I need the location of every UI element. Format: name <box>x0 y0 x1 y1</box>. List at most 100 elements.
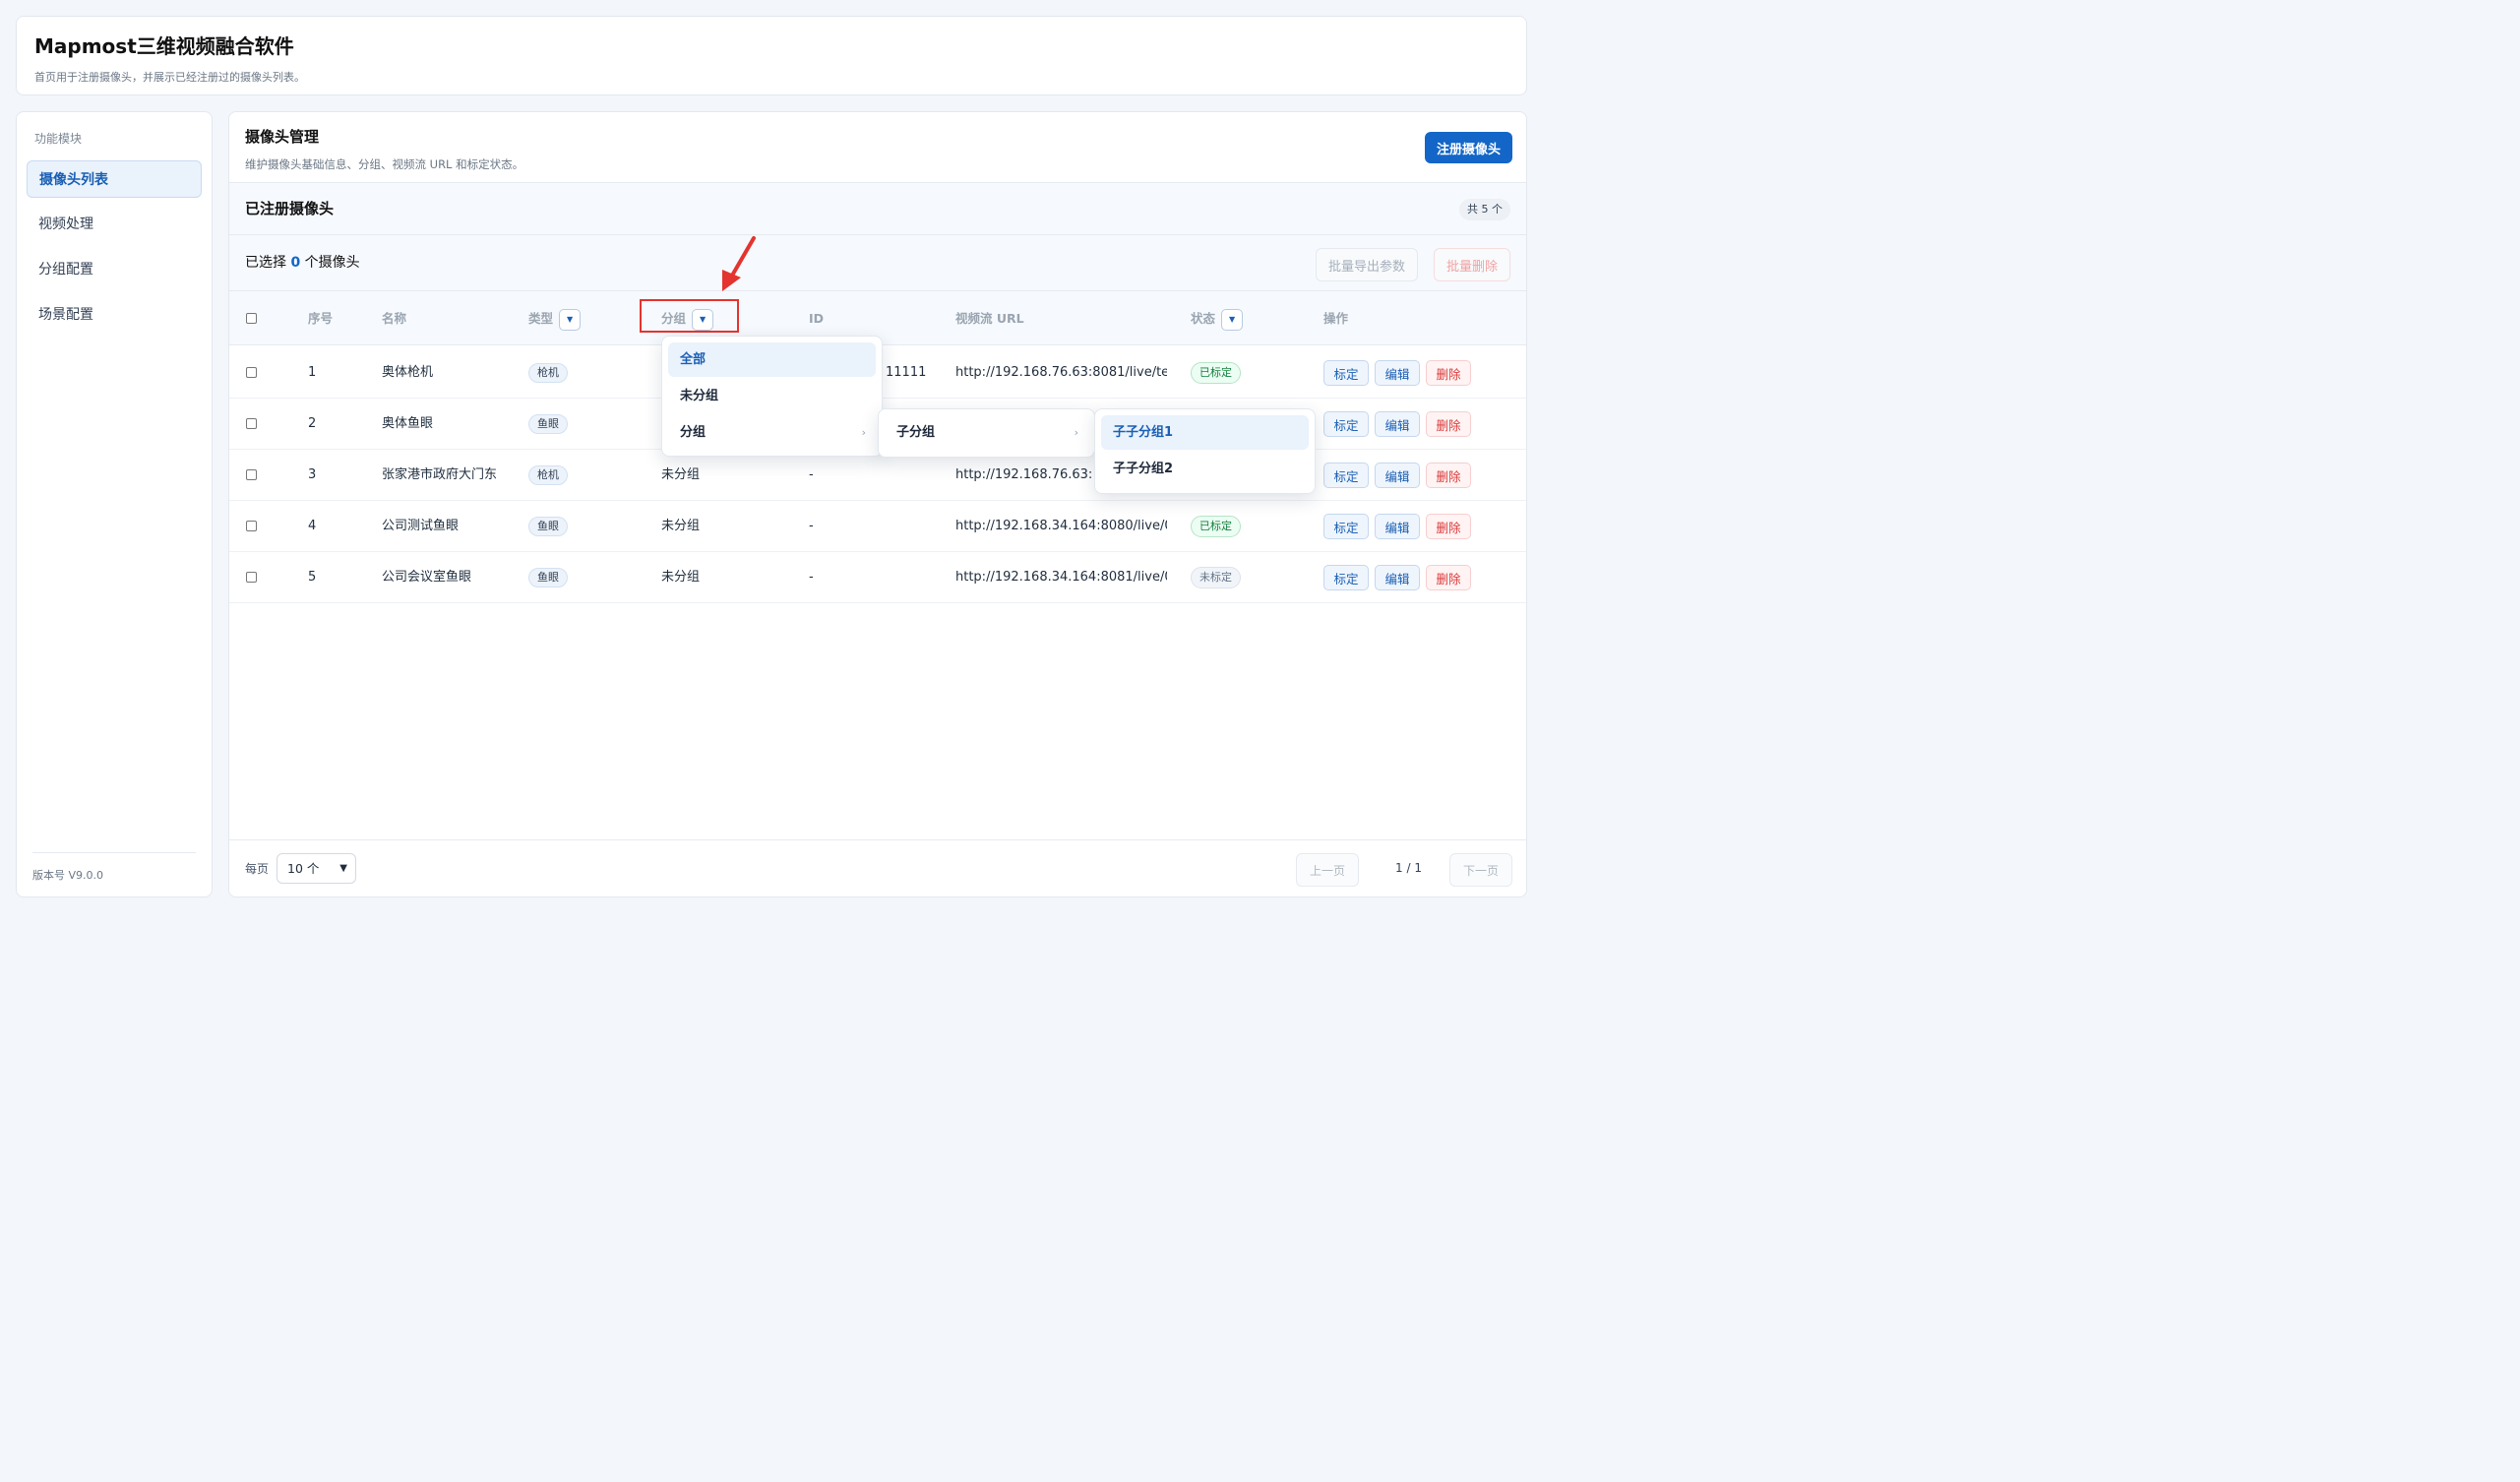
prev-page-button[interactable]: 上一页 <box>1296 853 1359 887</box>
chevron-right-icon: › <box>1074 426 1078 439</box>
row-group: 未分组 <box>661 570 701 585</box>
sub-subgroup-option-2[interactable]: 子子分组2 <box>1101 452 1309 486</box>
calibrate-button[interactable]: 标定 <box>1323 514 1369 539</box>
table-row: 3 张家港市政府大门东 枪机 未分组 - http://192.168.76.6… <box>229 450 1526 501</box>
row-name: 公司测试鱼眼 <box>382 519 460 533</box>
group-option-group[interactable]: 分组 › <box>668 415 876 450</box>
chevron-down-icon: ▼ <box>339 863 347 874</box>
row-checkbox[interactable] <box>246 469 257 480</box>
sidebar-item-group-config[interactable]: 分组配置 <box>27 251 202 288</box>
edit-button[interactable]: 编辑 <box>1375 565 1420 590</box>
subgroup-option-label: 子分组 <box>896 425 936 440</box>
calibrate-button[interactable]: 标定 <box>1323 463 1369 488</box>
sidebar-item-scene-config[interactable]: 场景配置 <box>27 296 202 334</box>
group-option-ungrouped[interactable]: 未分组 <box>668 379 876 413</box>
calibrate-button[interactable]: 标定 <box>1323 411 1369 437</box>
version-label: 版本号 V9.0.0 <box>32 852 196 883</box>
row-name: 公司会议室鱼眼 <box>382 570 472 585</box>
page-indicator: 1 / 1 <box>1395 861 1422 875</box>
selection-suffix: 个摄像头 <box>304 255 360 271</box>
delete-button[interactable]: 删除 <box>1426 514 1471 539</box>
table-row: 4 公司测试鱼眼 鱼眼 未分组 - http://192.168.34.164:… <box>229 501 1526 552</box>
sidebar: 功能模块 摄像头列表 视频处理 分组配置 场景配置 版本号 V9.0.0 <box>16 111 213 897</box>
type-tag: 枪机 <box>528 363 568 383</box>
row-name: 张家港市政府大门东 <box>382 467 498 482</box>
row-group: 未分组 <box>661 467 701 482</box>
subgroup-option[interactable]: 子分组 › <box>885 415 1088 450</box>
chevron-right-icon: › <box>861 426 866 439</box>
delete-button[interactable]: 删除 <box>1426 565 1471 590</box>
header-index: 序号 <box>308 311 334 326</box>
edit-button[interactable]: 编辑 <box>1375 360 1420 386</box>
subgroup-menu: 子分组 › <box>878 408 1095 458</box>
selection-count: 0 <box>290 255 301 271</box>
select-all-checkbox[interactable] <box>246 313 257 324</box>
delete-button[interactable]: 删除 <box>1426 463 1471 488</box>
status-badge: 已标定 <box>1191 516 1241 537</box>
row-checkbox[interactable] <box>246 367 257 378</box>
panel-title: 摄像头管理 <box>245 128 320 146</box>
edit-button[interactable]: 编辑 <box>1375 514 1420 539</box>
next-page-button[interactable]: 下一页 <box>1449 853 1512 887</box>
type-tag: 枪机 <box>528 465 568 485</box>
per-page-label: 每页 <box>245 862 270 876</box>
header-status: 状态 ▼ <box>1191 291 1244 345</box>
edit-button[interactable]: 编辑 <box>1375 463 1420 488</box>
calibrate-button[interactable]: 标定 <box>1323 565 1369 590</box>
sub-subgroup-option-1[interactable]: 子子分组1 <box>1101 415 1309 450</box>
row-url: http://192.168.76.63:8081/live/te… <box>955 365 1167 380</box>
row-name: 奥体鱼眼 <box>382 416 434 431</box>
type-tag: 鱼眼 <box>528 517 568 536</box>
calibrate-button[interactable]: 标定 <box>1323 360 1369 386</box>
delete-button[interactable]: 删除 <box>1426 360 1471 386</box>
group-filter-caret-icon[interactable]: ▼ <box>692 308 714 331</box>
app-header: Mapmost三维视频融合软件 首页用于注册摄像头，并展示已经注册过的摄像头列表… <box>16 16 1527 95</box>
row-index: 4 <box>308 519 317 533</box>
panel-description: 维护摄像头基础信息、分组、视频流 URL 和标定状态。 <box>245 157 524 171</box>
delete-button[interactable]: 删除 <box>1426 411 1471 437</box>
header-name: 名称 <box>382 311 407 326</box>
status-badge: 已标定 <box>1191 362 1241 384</box>
status-badge: 未标定 <box>1191 567 1241 588</box>
group-filter-menu: 全部 未分组 分组 › <box>661 336 883 457</box>
per-page-select[interactable]: 10 个 ▼ <box>277 853 356 884</box>
row-group: 未分组 <box>661 519 701 533</box>
type-tag: 鱼眼 <box>528 568 568 587</box>
row-id: - <box>809 467 814 482</box>
row-name: 奥体枪机 <box>382 365 434 380</box>
row-index: 2 <box>308 416 317 431</box>
selection-prefix: 已选择 <box>245 255 286 271</box>
row-id: - <box>809 570 814 585</box>
group-option-all[interactable]: 全部 <box>668 342 876 377</box>
status-filter-caret-icon[interactable]: ▼ <box>1221 308 1244 331</box>
header-url: 视频流 URL <box>955 311 1024 326</box>
row-url: http://192.168.34.164:8081/live/0… <box>955 570 1167 585</box>
row-index: 3 <box>308 467 317 482</box>
row-index: 5 <box>308 570 317 585</box>
header-actions: 操作 <box>1323 311 1349 326</box>
batch-delete-button[interactable]: 批量删除 <box>1433 248 1510 281</box>
sidebar-item-video-processing[interactable]: 视频处理 <box>27 206 202 243</box>
header-type: 类型 ▼ <box>528 291 582 345</box>
sub-subgroup-menu: 子子分组1 子子分组2 <box>1094 408 1316 494</box>
group-option-group-label: 分组 <box>680 425 707 440</box>
header-status-label: 状态 <box>1191 311 1216 326</box>
list-title: 已注册摄像头 <box>245 200 335 217</box>
register-camera-button[interactable]: 注册摄像头 <box>1424 132 1512 163</box>
red-arrow-icon <box>722 236 756 291</box>
row-id: 11111 <box>886 365 927 380</box>
list-header: 已注册摄像头 共 5 个 <box>229 183 1526 235</box>
app-title: Mapmost三维视频融合软件 <box>34 34 294 58</box>
sidebar-item-camera-list[interactable]: 摄像头列表 <box>27 160 202 198</box>
pagination-bar: 每页 10 个 ▼ 上一页 1 / 1 下一页 <box>229 839 1526 896</box>
table-row: 5 公司会议室鱼眼 鱼眼 未分组 - http://192.168.34.164… <box>229 552 1526 603</box>
row-checkbox[interactable] <box>246 521 257 531</box>
edit-button[interactable]: 编辑 <box>1375 411 1420 437</box>
row-checkbox[interactable] <box>246 418 257 429</box>
per-page-value: 10 个 <box>287 861 320 876</box>
row-id: - <box>809 519 814 533</box>
header-type-label: 类型 <box>528 311 554 326</box>
row-checkbox[interactable] <box>246 572 257 583</box>
type-filter-caret-icon[interactable]: ▼ <box>559 308 582 331</box>
batch-export-button[interactable]: 批量导出参数 <box>1315 248 1418 281</box>
